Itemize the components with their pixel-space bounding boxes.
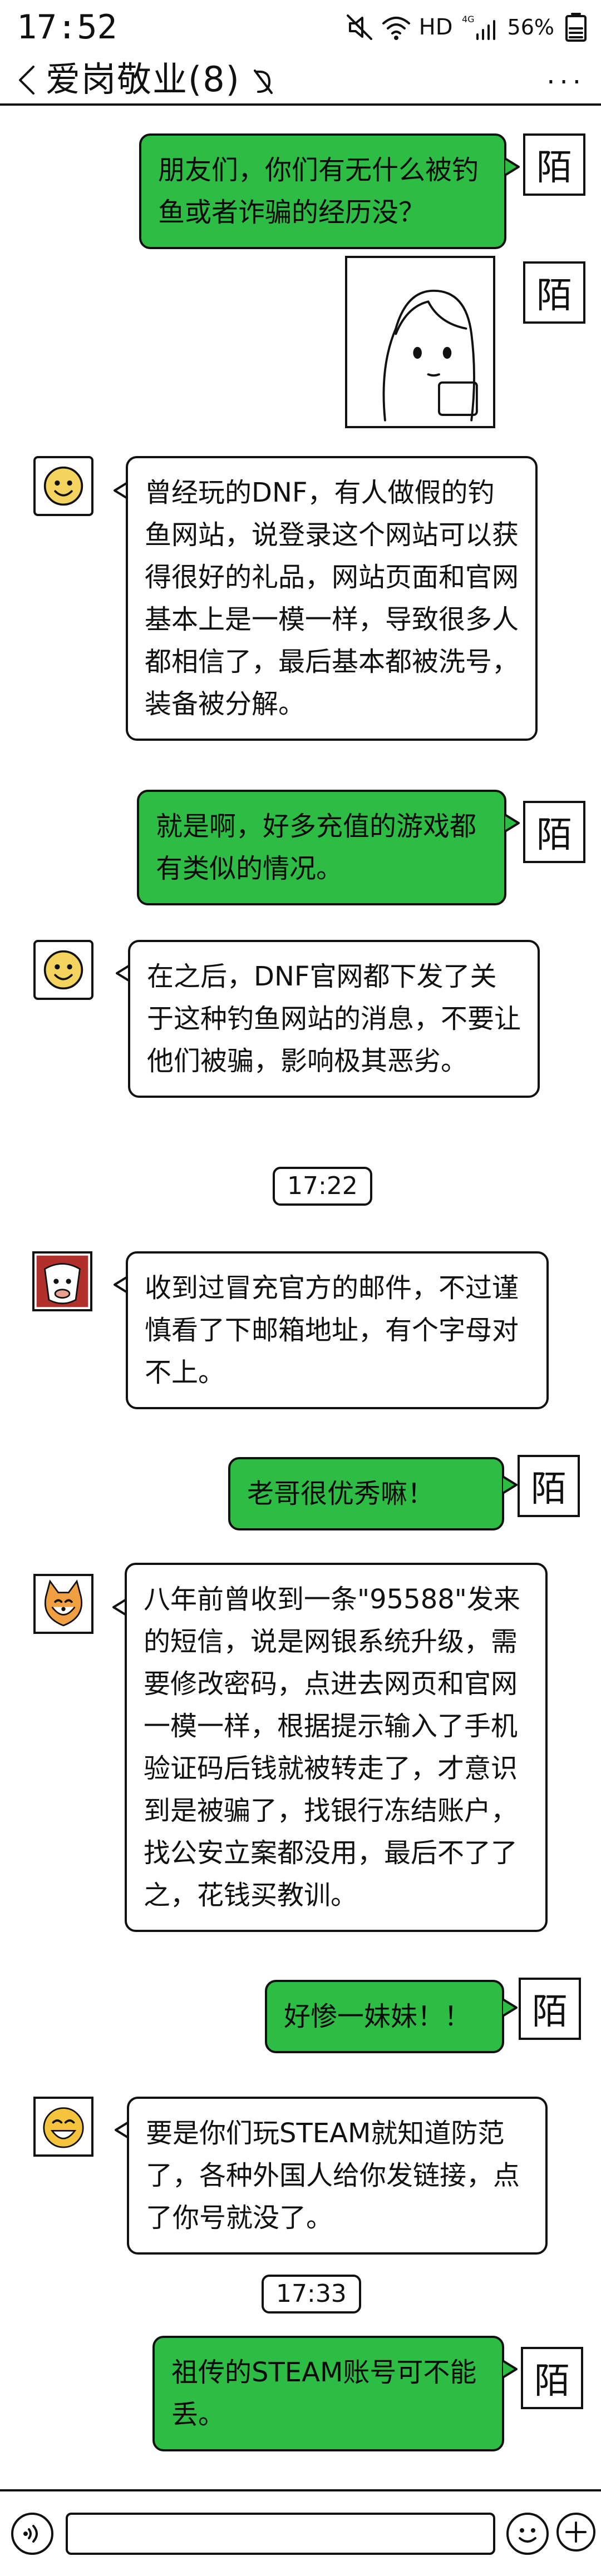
input-divider: [0, 2489, 601, 2491]
message-bubble-self[interactable]: 老哥很优秀嘛！: [228, 1457, 504, 1530]
message-bubble-self[interactable]: 好惨一妹妹！！: [265, 1980, 504, 2053]
message-bubble-other[interactable]: 曾经玩的DNF，有人做假的钓鱼网站，说登录这个网站可以获得很好的礼品，网站页面和…: [126, 456, 538, 741]
emoji-button[interactable]: [506, 2513, 549, 2555]
self-avatar[interactable]: 陌: [521, 2347, 583, 2409]
signal-label: 4G: [462, 14, 475, 24]
image-message[interactable]: [345, 256, 495, 428]
sender-avatar-smiley[interactable]: [33, 940, 93, 1000]
self-avatar-char: 陌: [536, 815, 572, 856]
battery-percent: 56%: [507, 15, 554, 39]
bubble-tail: [502, 1475, 518, 1495]
message-text: 好惨一妹妹！！: [284, 2001, 471, 2032]
chat-title: 爱岗敬业(8): [46, 59, 275, 100]
status-time: 17:52: [17, 8, 117, 47]
bubble-tail: [502, 1998, 518, 2018]
bubble-tail: [504, 157, 520, 177]
message-bubble-other[interactable]: 八年前曾收到一条"95588"发来的短信，说是网银系统升级，需要修改密码，点进去…: [125, 1563, 548, 1932]
girl-phone-illustration: [382, 289, 478, 422]
more-functions-button[interactable]: [556, 2513, 595, 2552]
status-icons: HD 4G 56%: [346, 8, 590, 47]
chat-header: 爱岗敬业(8) ···: [0, 56, 601, 103]
status-bar: 17:52 HD 4G 56%: [0, 0, 601, 56]
input-bar: [0, 2489, 601, 2576]
mute-bell-icon: [253, 69, 273, 94]
sender-avatar-dog[interactable]: [33, 1574, 93, 1634]
sender-avatar-cow[interactable]: [32, 1251, 92, 1311]
self-avatar[interactable]: 陌: [523, 801, 585, 863]
sender-avatar-smiley[interactable]: [33, 456, 93, 516]
self-avatar[interactable]: 陌: [518, 1455, 580, 1517]
message-text: 老哥很优秀嘛！: [247, 1478, 435, 1509]
wifi-icon: [382, 17, 410, 40]
message-bubble-other[interactable]: 要是你们玩STEAM就知道防范了，各种外国人给你发链接，点了你号就没了。: [127, 2097, 548, 2255]
battery-icon: [565, 13, 587, 42]
message-text: 收到过冒充官方的邮件，不过谨慎看了下邮箱地址，有个字母对不上。: [145, 1272, 519, 1388]
sender-avatar-laughing[interactable]: [33, 2097, 93, 2157]
message-text: 在之后，DNF官网都下发了关于这种钓鱼网站的消息，不要让他们被骗，影响极其恶劣。: [147, 961, 521, 1077]
self-avatar-char: 陌: [531, 1469, 566, 1510]
message-bubble-self[interactable]: 朋友们，你们有无什么被钓鱼或者诈骗的经历没？: [139, 133, 506, 249]
voice-icon: [23, 2525, 38, 2543]
header-divider: [0, 103, 601, 106]
message-bubble-self[interactable]: 就是啊，好多充值的游戏都有类似的情况。: [137, 790, 506, 905]
message-bubble-other[interactable]: 在之后，DNF官网都下发了关于这种钓鱼网站的消息，不要让他们被骗，影响极其恶劣。: [128, 940, 540, 1098]
self-avatar[interactable]: 陌: [519, 1978, 581, 2040]
message-text: 要是你们玩STEAM就知道防范了，各种外国人给你发链接，点了你号就没了。: [146, 2118, 520, 2233]
message-text: 八年前曾收到一条"95588"发来的短信，说是网银系统升级，需要修改密码，点进去…: [144, 1584, 520, 1911]
timestamp: 17:33: [262, 2275, 361, 2314]
self-avatar[interactable]: 陌: [523, 261, 585, 324]
self-avatar-char: 陌: [532, 1992, 568, 2033]
network-type: HD: [418, 14, 453, 40]
self-avatar-char: 陌: [536, 147, 572, 189]
voice-button[interactable]: [11, 2513, 53, 2555]
message-text: 祖传的STEAM账号可不能丢。: [171, 2357, 477, 2430]
signal-icon: 4G: [462, 14, 495, 40]
message-text: 曾经玩的DNF，有人做假的钓鱼网站，说登录这个网站可以获得很好的礼品，网站页面和…: [145, 477, 519, 720]
more-button[interactable]: ···: [546, 67, 585, 98]
bubble-tail: [504, 813, 520, 833]
mute-icon: [346, 14, 372, 40]
message-text: 朋友们，你们有无什么被钓鱼或者诈骗的经历没？: [158, 155, 479, 228]
plus-icon: [565, 2521, 587, 2543]
bubble-tail: [502, 2359, 518, 2379]
self-avatar-char: 陌: [534, 2361, 570, 2402]
timestamp: 17:22: [273, 1167, 372, 1206]
message-bubble-self[interactable]: 祖传的STEAM账号可不能丢。: [152, 2336, 504, 2451]
self-avatar-char: 陌: [536, 275, 572, 316]
self-avatar[interactable]: 陌: [523, 133, 585, 196]
chat-title-text: 爱岗敬业(8): [46, 59, 240, 100]
message-bubble-other[interactable]: 收到过冒充官方的邮件，不过谨慎看了下邮箱地址，有个字母对不上。: [126, 1251, 549, 1409]
back-icon[interactable]: [16, 63, 38, 97]
emoji-icon: [519, 2528, 536, 2543]
message-input[interactable]: [66, 2513, 495, 2555]
message-text: 就是啊，好多充值的游戏都有类似的情况。: [156, 811, 477, 884]
